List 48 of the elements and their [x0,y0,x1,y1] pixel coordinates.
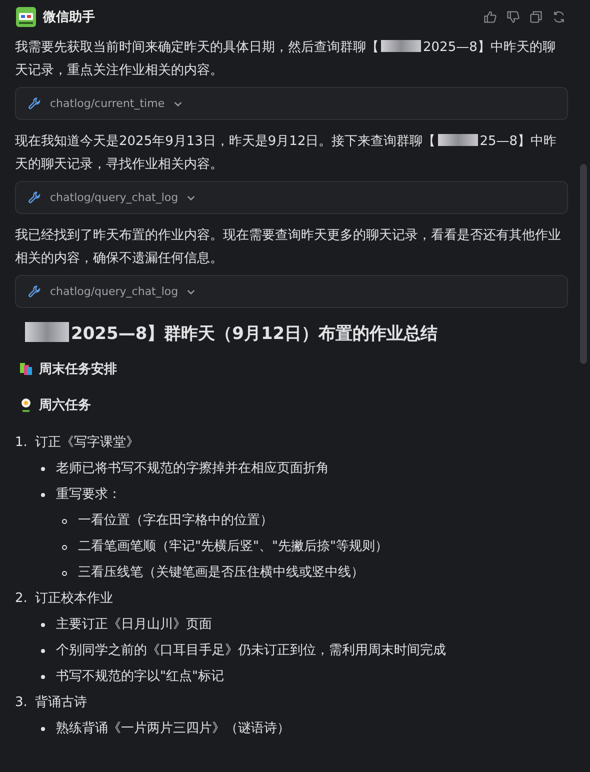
wrench-icon [28,97,41,110]
list-item-text: 主要订正《日月山川》页面 [56,616,212,634]
section-title: 周末任务安排 [39,360,117,378]
list-item-text: 二看笔画笔顺（牢记"先横后竖"、"先撇后捺"等规则） [78,538,388,556]
caret-icon [187,194,196,202]
list-item-text: 订正《写字课堂》 [35,434,139,452]
summary-heading: 2025—8】群昨天（9月12日）布置的作业总结 [23,320,568,348]
thumbs-up-icon[interactable] [483,10,497,24]
flower-icon [19,398,33,412]
bullet-icon [41,623,45,627]
list-number: 2. [15,590,28,608]
list-number: 3. [15,694,28,712]
list-item-text: 背诵古诗 [35,694,87,712]
caret-icon [174,100,182,108]
bullet-icon [41,493,45,497]
assistant-name: 微信助手 [43,8,95,26]
tool-call-card[interactable]: chatlog/current_time [15,87,568,120]
bullet-icon [62,518,67,524]
bullet-icon [41,467,45,471]
copy-icon[interactable] [529,10,543,24]
refresh-icon[interactable] [552,10,566,24]
bullet-icon [41,649,45,653]
message-paragraph: 我需要先获取当前时间来确定昨天的具体日期，然后查询群聊【 2025—8】中昨天的聊天记录，重点关注作业相关的内容。 [15,39,556,80]
list-number: 1. [15,434,28,452]
list-item-text: 一看位置（字在田字格中的位置） [78,512,273,530]
list-item-text: 老师已将书写不规范的字擦掉并在相应页面折角 [56,460,329,478]
tool-call-card[interactable]: chatlog/query_chat_log [15,275,568,308]
list-item-text: 熟练背诵《一片两片三四片》（谜语诗） [56,720,290,738]
books-icon [19,362,33,376]
list-item-text: 订正校本作业 [35,590,113,608]
section-title: 周六任务 [39,396,91,414]
scrollbar-thumb[interactable] [580,164,587,364]
thumbs-down-icon[interactable] [506,10,520,24]
bullet-icon [62,544,67,550]
tool-call-card[interactable]: chatlog/query_chat_log [15,181,568,214]
robot-logo-icon [16,7,36,27]
message-paragraph: 现在我知道今天是2025年9月13日，昨天是9月12日。接下来查询群聊【 25—8】中昨天的聊天记录，寻找作业相关内容。 [15,133,558,174]
list-item-text: 个别同学之前的《口耳目手足》仍未订正到位，需利用周末时间完成 [56,642,446,660]
list-item-text: 三看压线笔（关键笔画是否压住横中线或竖中线） [78,564,364,582]
bullet-icon [62,570,67,576]
bullet-icon [41,727,45,731]
bullet-icon [41,675,45,679]
wrench-icon [28,191,41,204]
message-paragraph: 我已经找到了昨天布置的作业内容。现在需要查询昨天更多的聊天记录，看看是否还有其他作业相关的内容，确保不遗漏任何信息。 [15,227,562,268]
caret-icon [187,288,196,296]
list-item-text: 重写要求： [56,486,121,504]
wrench-icon [28,285,41,298]
list-item-text: 书写不规范的字以"红点"标记 [56,668,224,686]
